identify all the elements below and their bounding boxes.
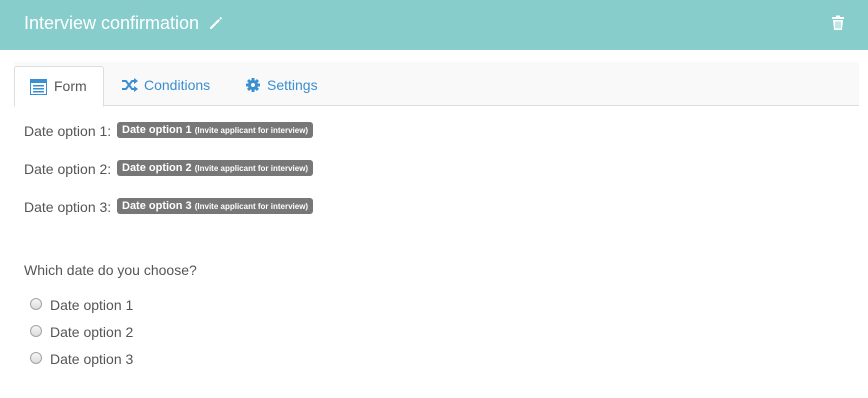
tab-settings[interactable]: Settings xyxy=(244,66,334,107)
gear-icon xyxy=(246,78,260,92)
date-option-label: Date option 2: xyxy=(24,161,112,177)
shuffle-icon xyxy=(122,78,138,92)
radio-button[interactable] xyxy=(30,325,42,337)
date-option-label: Date option 3: xyxy=(24,199,112,215)
radio-button[interactable] xyxy=(30,298,42,310)
merge-field-badge: Date option 1 (Invite applicant for inte… xyxy=(117,122,314,138)
pencil-icon[interactable] xyxy=(208,15,224,31)
radio-label[interactable]: Date option 2 xyxy=(50,323,133,341)
tab-conditions-label: Conditions xyxy=(144,77,211,93)
trash-icon[interactable] xyxy=(831,15,845,31)
date-option-row: Date option 2: Date option 2 (Invite app… xyxy=(24,160,314,178)
radio-label[interactable]: Date option 1 xyxy=(50,296,133,314)
merge-field-note: (Invite applicant for interview) xyxy=(194,202,309,211)
card-title: Interview confirmation xyxy=(24,13,200,33)
tab-settings-label: Settings xyxy=(267,77,318,93)
merge-field-name: Date option 1 xyxy=(122,124,192,136)
radio-label[interactable]: Date option 3 xyxy=(50,350,133,368)
tab-form-label: Form xyxy=(54,78,87,94)
tab-form[interactable]: Form xyxy=(14,66,104,107)
question-label: Which date do you choose? xyxy=(24,262,197,278)
radio-button[interactable] xyxy=(30,352,42,364)
merge-field-note: (Invite applicant for interview) xyxy=(194,126,309,135)
tab-conditions[interactable]: Conditions xyxy=(120,66,228,107)
form-icon xyxy=(30,79,47,95)
merge-field-badge: Date option 3 (Invite applicant for inte… xyxy=(117,198,314,214)
merge-field-name: Date option 2 xyxy=(122,162,192,174)
date-option-row: Date option 1: Date option 1 (Invite app… xyxy=(24,122,314,140)
tab-bar: Form Conditions Settings xyxy=(14,62,859,107)
merge-field-note: (Invite applicant for interview) xyxy=(194,164,309,173)
merge-field-name: Date option 3 xyxy=(122,200,192,212)
merge-field-badge: Date option 2 (Invite applicant for inte… xyxy=(117,160,314,176)
card-header: Interview confirmation xyxy=(0,0,868,50)
date-option-row: Date option 3: Date option 3 (Invite app… xyxy=(24,198,314,216)
date-option-label: Date option 1: xyxy=(24,123,112,139)
